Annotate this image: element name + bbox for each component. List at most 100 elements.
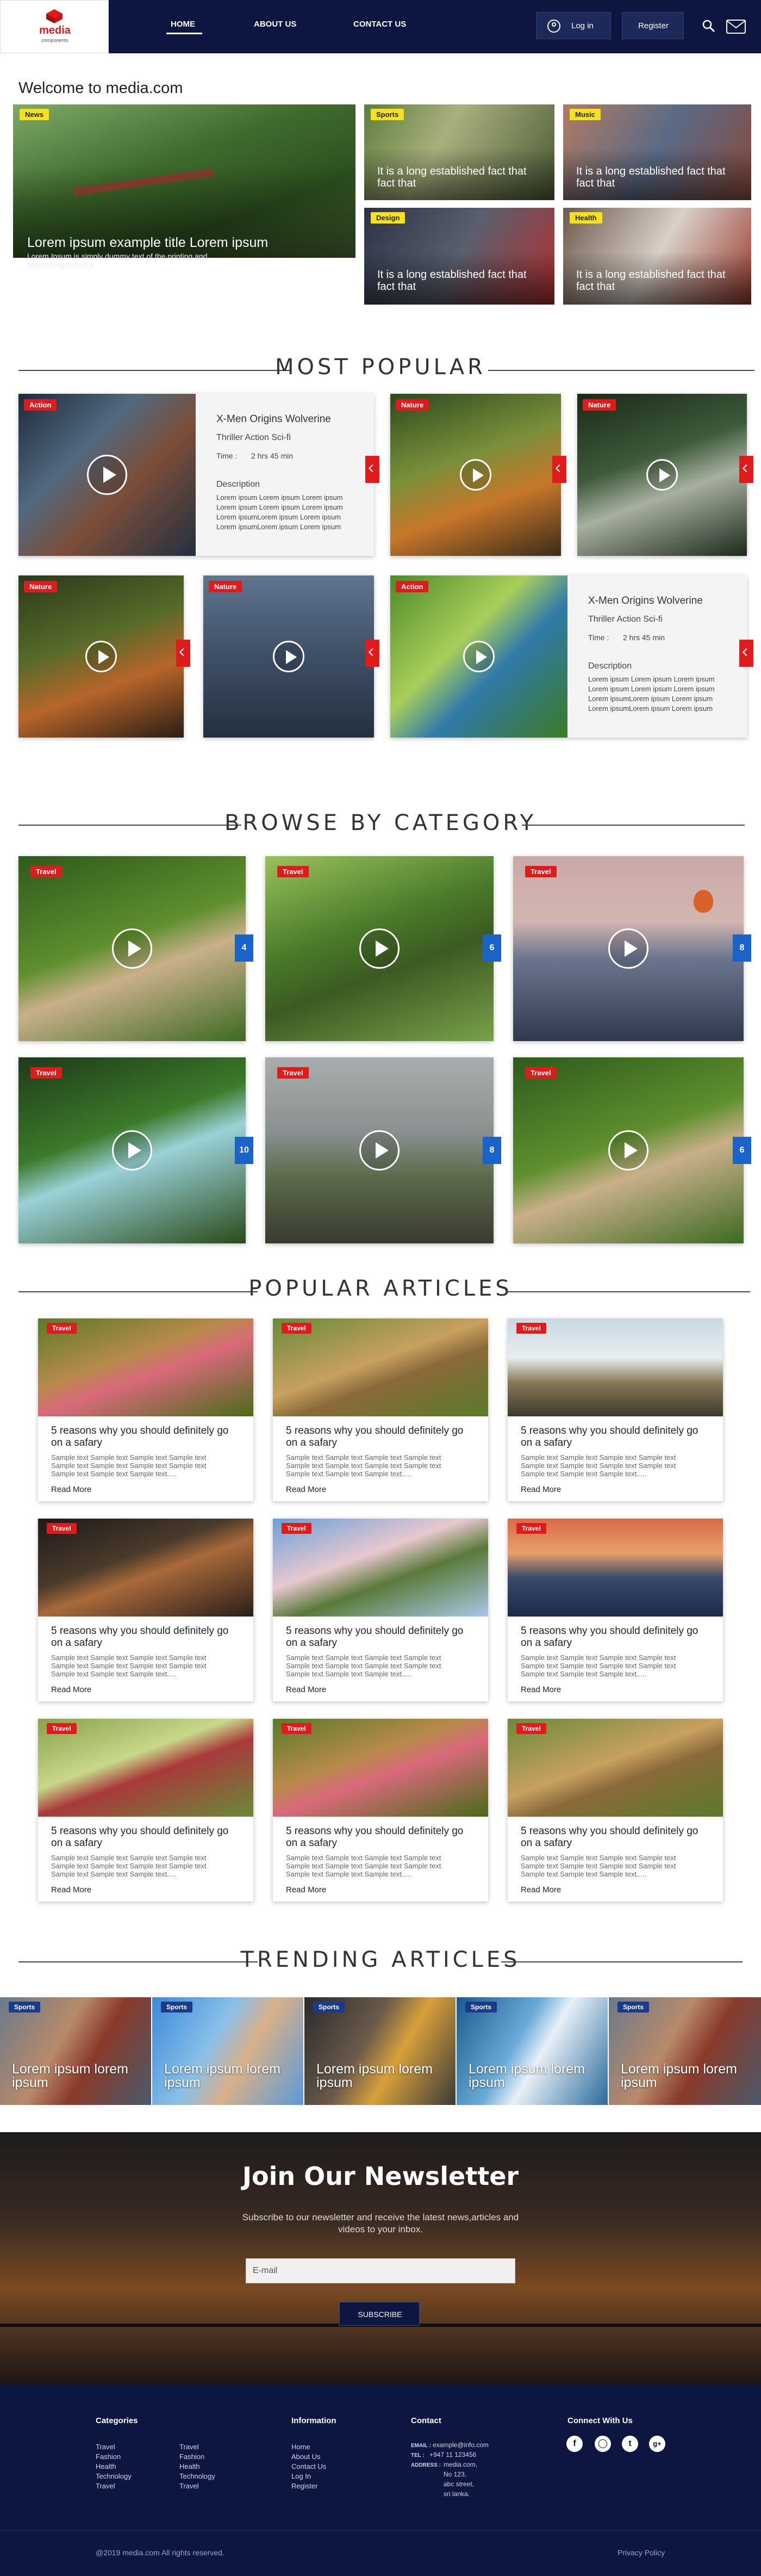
popular-video-card[interactable]: Nature bbox=[577, 394, 747, 556]
mail-icon[interactable] bbox=[726, 20, 746, 34]
popular-video-card[interactable]: Nature bbox=[18, 575, 184, 738]
footer-link[interactable]: Log In bbox=[291, 2472, 311, 2481]
hero-side-card-health[interactable]: Health It is a long established fact tha… bbox=[563, 208, 751, 305]
play-icon[interactable] bbox=[273, 641, 304, 672]
footer-link[interactable]: Home bbox=[291, 2442, 310, 2452]
play-icon[interactable] bbox=[463, 641, 495, 672]
trending-card[interactable]: Sports Lorem ipsum lorem ipsum bbox=[152, 1997, 303, 2105]
footer-link[interactable]: Health bbox=[96, 2462, 116, 2472]
twitter-icon[interactable]: t bbox=[622, 2436, 638, 2452]
play-icon[interactable] bbox=[112, 1130, 152, 1171]
next-arrow-icon[interactable] bbox=[176, 640, 190, 667]
category-card[interactable]: Travel bbox=[513, 856, 744, 1041]
footer-link[interactable]: Health bbox=[179, 2462, 200, 2472]
hero-main-read-more[interactable]: Read More bbox=[27, 274, 62, 282]
contact-email[interactable]: example@info.com bbox=[433, 2440, 489, 2450]
play-icon[interactable] bbox=[87, 455, 127, 495]
newsletter-email-input[interactable]: E-mail bbox=[246, 2258, 515, 2283]
category-card[interactable]: Travel bbox=[18, 1057, 246, 1243]
article-title[interactable]: 5 reasons why you should definitely go o… bbox=[286, 1425, 471, 1449]
footer-link[interactable]: Fashion bbox=[96, 2452, 121, 2462]
category-card[interactable]: Travel bbox=[18, 856, 246, 1041]
play-icon[interactable] bbox=[85, 641, 117, 672]
article-title[interactable]: 5 reasons why you should definitely go o… bbox=[521, 1425, 706, 1449]
play-icon[interactable] bbox=[460, 459, 491, 491]
footer-link[interactable]: Contact Us bbox=[291, 2462, 326, 2472]
trending-card[interactable]: Sports Lorem ipsum lorem ipsum bbox=[0, 1997, 151, 2105]
article-title[interactable]: 5 reasons why you should definitely go o… bbox=[521, 1825, 706, 1849]
play-icon[interactable] bbox=[359, 1130, 400, 1171]
footer-link[interactable]: Travel bbox=[179, 2442, 199, 2452]
play-icon[interactable] bbox=[608, 928, 648, 969]
play-icon[interactable] bbox=[646, 459, 678, 491]
article-read-more[interactable]: Read More bbox=[51, 1685, 91, 1694]
footer-link[interactable]: Travel bbox=[96, 2442, 115, 2452]
nav-contact-us[interactable]: CONTACT US bbox=[353, 20, 406, 29]
article-card[interactable]: Travel 5 reasons why you should definitel… bbox=[38, 1519, 253, 1701]
article-title[interactable]: 5 reasons why you should definitely go o… bbox=[51, 1425, 236, 1449]
footer-link[interactable]: Travel bbox=[96, 2481, 115, 2491]
nav-home[interactable]: HOME bbox=[171, 20, 195, 29]
article-read-more[interactable]: Read More bbox=[286, 1885, 326, 1894]
article-title[interactable]: 5 reasons why you should definitely go o… bbox=[286, 1625, 471, 1649]
article-read-more[interactable]: Read More bbox=[51, 1885, 91, 1894]
privacy-policy-link[interactable]: Privacy Policy bbox=[617, 2548, 665, 2558]
article-title[interactable]: 5 reasons why you should definitely go o… bbox=[521, 1625, 706, 1649]
footer-link[interactable]: Technology bbox=[96, 2472, 132, 2481]
article-read-more[interactable]: Read More bbox=[521, 1885, 561, 1894]
footer-link[interactable]: Technology bbox=[179, 2472, 215, 2481]
hero-main-card[interactable]: News Lorem ipsum example title Lorem ips… bbox=[13, 104, 355, 282]
play-icon[interactable] bbox=[608, 1130, 648, 1171]
category-card[interactable]: Travel bbox=[265, 1057, 494, 1243]
popular-feature-card[interactable]: Action X-Men Origins Wolverine Thriller … bbox=[18, 394, 374, 556]
play-icon[interactable] bbox=[359, 928, 400, 969]
article-title[interactable]: 5 reasons why you should definitely go o… bbox=[51, 1625, 236, 1649]
next-arrow-icon[interactable] bbox=[739, 456, 753, 483]
footer-link[interactable]: Fashion bbox=[179, 2452, 204, 2462]
hero-side-card-music[interactable]: Music It is a long established fact that… bbox=[563, 104, 751, 200]
register-button[interactable]: Register bbox=[622, 12, 684, 39]
trending-card[interactable]: Sports Lorem ipsum lorem ipsum bbox=[609, 1997, 761, 2105]
subscribe-button[interactable]: SUBSCRIBE bbox=[339, 2302, 420, 2326]
article-title[interactable]: 5 reasons why you should definitely go o… bbox=[286, 1825, 471, 1849]
hero-side-card-design[interactable]: Design It is a long established fact tha… bbox=[364, 208, 554, 305]
play-icon[interactable] bbox=[112, 928, 152, 969]
article-read-more[interactable]: Read More bbox=[286, 1485, 326, 1494]
login-button[interactable]: Log in bbox=[536, 12, 611, 39]
popular-video-card[interactable]: Nature bbox=[203, 575, 374, 738]
logo[interactable]: media components bbox=[0, 0, 109, 53]
article-card[interactable]: Travel 5 reasons why you should definitel… bbox=[38, 1318, 253, 1501]
article-read-more[interactable]: Read More bbox=[51, 1485, 91, 1494]
article-card[interactable]: Travel 5 reasons why you should definitel… bbox=[508, 1318, 723, 1501]
footer-link[interactable]: Travel bbox=[179, 2481, 199, 2491]
article-card[interactable]: Travel 5 reasons why you should definitel… bbox=[273, 1519, 488, 1701]
article-card[interactable]: Travel 5 reasons why you should definitel… bbox=[508, 1519, 723, 1701]
article-read-more[interactable]: Read More bbox=[521, 1685, 561, 1694]
footer-link[interactable]: About Us bbox=[291, 2452, 320, 2462]
category-card[interactable]: Travel bbox=[513, 1057, 744, 1243]
category-card[interactable]: Travel bbox=[265, 856, 494, 1041]
article-card[interactable]: Travel 5 reasons why you should definitel… bbox=[273, 1318, 488, 1501]
next-arrow-icon[interactable] bbox=[365, 640, 379, 667]
article-read-more[interactable]: Read More bbox=[286, 1685, 326, 1694]
next-arrow-icon[interactable] bbox=[739, 640, 753, 667]
article-card[interactable]: Travel 5 reasons why you should definitel… bbox=[38, 1719, 253, 1902]
facebook-icon[interactable]: f bbox=[566, 2436, 583, 2452]
popular-video-card[interactable]: Nature bbox=[390, 394, 561, 556]
trending-card[interactable]: Sports Lorem ipsum lorem ipsum bbox=[457, 1997, 608, 2105]
article-title[interactable]: 5 reasons why you should definitely go o… bbox=[51, 1825, 236, 1849]
article-read-more[interactable]: Read More bbox=[521, 1485, 561, 1494]
instagram-icon[interactable]: ◯ bbox=[595, 2436, 611, 2452]
next-arrow-icon[interactable] bbox=[552, 456, 566, 483]
footer-link[interactable]: Register bbox=[291, 2481, 317, 2491]
trending-card[interactable]: Sports Lorem ipsum lorem ipsum bbox=[304, 1997, 456, 2105]
next-arrow-icon[interactable] bbox=[365, 456, 379, 483]
hero-side-card-sports[interactable]: Sports It is a long established fact tha… bbox=[364, 104, 554, 200]
hero-main-title[interactable]: Lorem ipsum example title Lorem ipsum bbox=[27, 235, 353, 251]
search-icon[interactable] bbox=[702, 20, 715, 33]
popular-feature-card[interactable]: Action X-Men Origins Wolverine Thriller … bbox=[390, 575, 747, 738]
article-card[interactable]: Travel 5 reasons why you should definitel… bbox=[273, 1719, 488, 1902]
article-card[interactable]: Travel 5 reasons why you should definitel… bbox=[508, 1719, 723, 1902]
google-plus-icon[interactable]: g+ bbox=[649, 2436, 665, 2452]
nav-about-us[interactable]: ABOUT US bbox=[254, 20, 296, 29]
